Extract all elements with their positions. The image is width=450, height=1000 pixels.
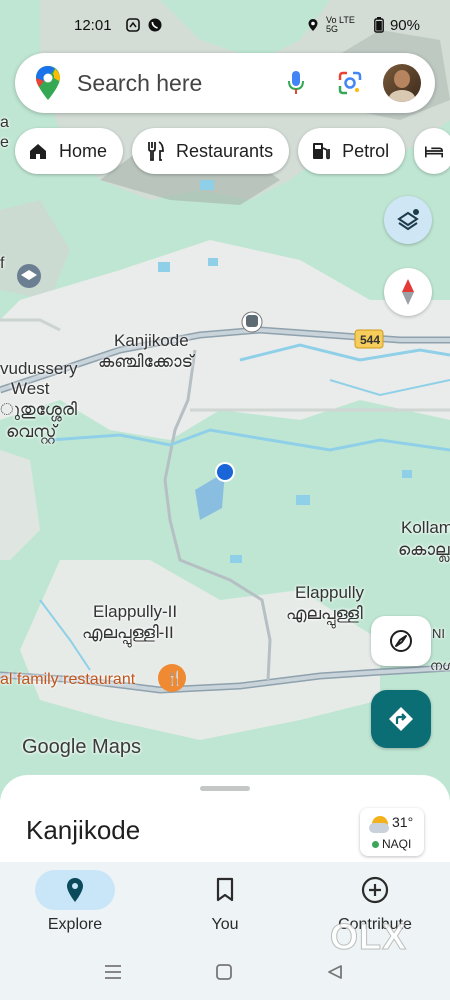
home-nav-icon[interactable] — [215, 964, 233, 980]
google-lens-icon — [338, 71, 362, 95]
map-label-west: West — [11, 379, 50, 398]
map-canvas[interactable]: 544 🍴 a e f Kanjikode കഞ്ചിക്കോട് vuduss… — [0, 0, 450, 800]
bed-icon — [425, 146, 444, 158]
tab-you[interactable]: You — [150, 862, 300, 946]
directions-icon — [389, 707, 413, 731]
aqi-status-dot — [372, 840, 379, 848]
restaurant-marker-icon[interactable]: 🍴 — [166, 668, 183, 688]
search-bar[interactable]: Search here — [15, 53, 435, 113]
chip-restaurants[interactable]: Restaurants — [132, 128, 290, 174]
map-label-west-ml: വെസ്റ്റ് — [6, 422, 57, 441]
fork-knife-icon — [148, 141, 164, 161]
status-bar: 12:01 Vo LTE 5G 90% — [0, 0, 450, 50]
tab-explore-label: Explore — [47, 916, 103, 933]
air-quality: NAQI — [372, 837, 411, 851]
tab-you-label: You — [211, 916, 239, 933]
map-label-elappully-2[interactable]: Elappully-II — [93, 602, 177, 622]
chip-petrol-label: Petrol — [342, 140, 390, 161]
recenter-button[interactable] — [371, 616, 431, 666]
mic-button[interactable] — [279, 70, 313, 96]
location-icon — [308, 19, 318, 31]
battery-icon — [374, 17, 384, 33]
map-label-restaurant[interactable]: al family restaurant — [0, 670, 135, 690]
layers-icon — [397, 209, 419, 231]
back-nav-icon[interactable] — [326, 964, 344, 980]
map-label-kanjikode-ml: കഞ്ചിക്കോട് — [98, 352, 193, 371]
recent-apps-icon[interactable] — [104, 964, 122, 980]
map-label-edge-ml: നഗ — [430, 658, 450, 673]
olx-watermark: OLX — [329, 916, 408, 958]
mic-icon — [288, 71, 304, 94]
place-title: Kanjikode — [26, 815, 141, 845]
chip-petrol[interactable]: Petrol — [298, 128, 406, 174]
chip-hotels[interactable] — [414, 128, 450, 174]
chip-home-label: Home — [59, 140, 108, 161]
map-label-kanjikode[interactable]: Kanjikode — [114, 331, 189, 351]
call-app-icon — [148, 18, 162, 32]
map-label-elappully-ml: എലപ്പുള്ളി — [286, 604, 363, 623]
category-chips: Home Restaurants Petrol — [15, 128, 450, 174]
chip-home[interactable]: Home — [15, 128, 124, 174]
map-label-pudussery[interactable]: vudussery — [0, 359, 77, 379]
google-maps-logo: Google Maps — [22, 736, 141, 758]
tab-explore-indicator — [35, 870, 115, 910]
network-indicator: Vo LTE 5G — [325, 15, 355, 34]
google-maps-pin-icon — [36, 66, 60, 100]
map-label-highway: 544 — [360, 333, 381, 347]
google-lens-button[interactable] — [333, 70, 367, 96]
map-label-edge-ni: NI — [432, 626, 445, 641]
navigation-compass-icon — [390, 630, 412, 652]
fuel-pump-icon — [313, 143, 330, 160]
map-label-elappully-2-ml: എലപ്പുള്ളി-II — [82, 623, 174, 642]
tab-contribute-indicator — [335, 870, 415, 910]
tab-explore[interactable]: Explore — [0, 862, 150, 946]
chip-restaurants-label: Restaurants — [176, 140, 274, 161]
weather-cloud-icon — [369, 823, 389, 833]
home-icon — [30, 144, 46, 159]
add-circle-icon — [361, 876, 389, 904]
compass-button[interactable] — [384, 268, 432, 316]
map-label-pudussery-ml: ുതുശ്ശേരി — [0, 400, 77, 419]
status-time: 12:01 — [74, 16, 112, 34]
map-label-kollam-ml: കൊല്ല — [398, 540, 450, 559]
sheet-drag-handle[interactable] — [200, 786, 250, 791]
explore-pin-icon — [67, 878, 83, 902]
weather-temperature: 31° — [392, 814, 414, 830]
aqi-label: NAQI — [382, 837, 412, 851]
map-label-edge-f: f — [0, 255, 5, 272]
map-label-elappully[interactable]: Elappully — [295, 583, 364, 603]
compass-needle-icon — [402, 279, 414, 305]
map-label-edge-e: e — [0, 134, 9, 151]
notification-icon — [126, 18, 140, 32]
layers-button[interactable] — [384, 196, 432, 244]
profile-avatar[interactable] — [383, 64, 421, 102]
tab-you-indicator — [185, 870, 265, 910]
battery-level: 90% — [389, 16, 420, 34]
bookmark-icon — [216, 877, 234, 902]
weather-widget[interactable]: 31° NAQI — [360, 808, 424, 856]
search-input[interactable]: Search here — [77, 70, 279, 97]
map-label-kollam[interactable]: Kollam — [401, 518, 450, 538]
directions-button[interactable] — [371, 690, 431, 748]
map-label-edge-a: a — [0, 114, 9, 131]
